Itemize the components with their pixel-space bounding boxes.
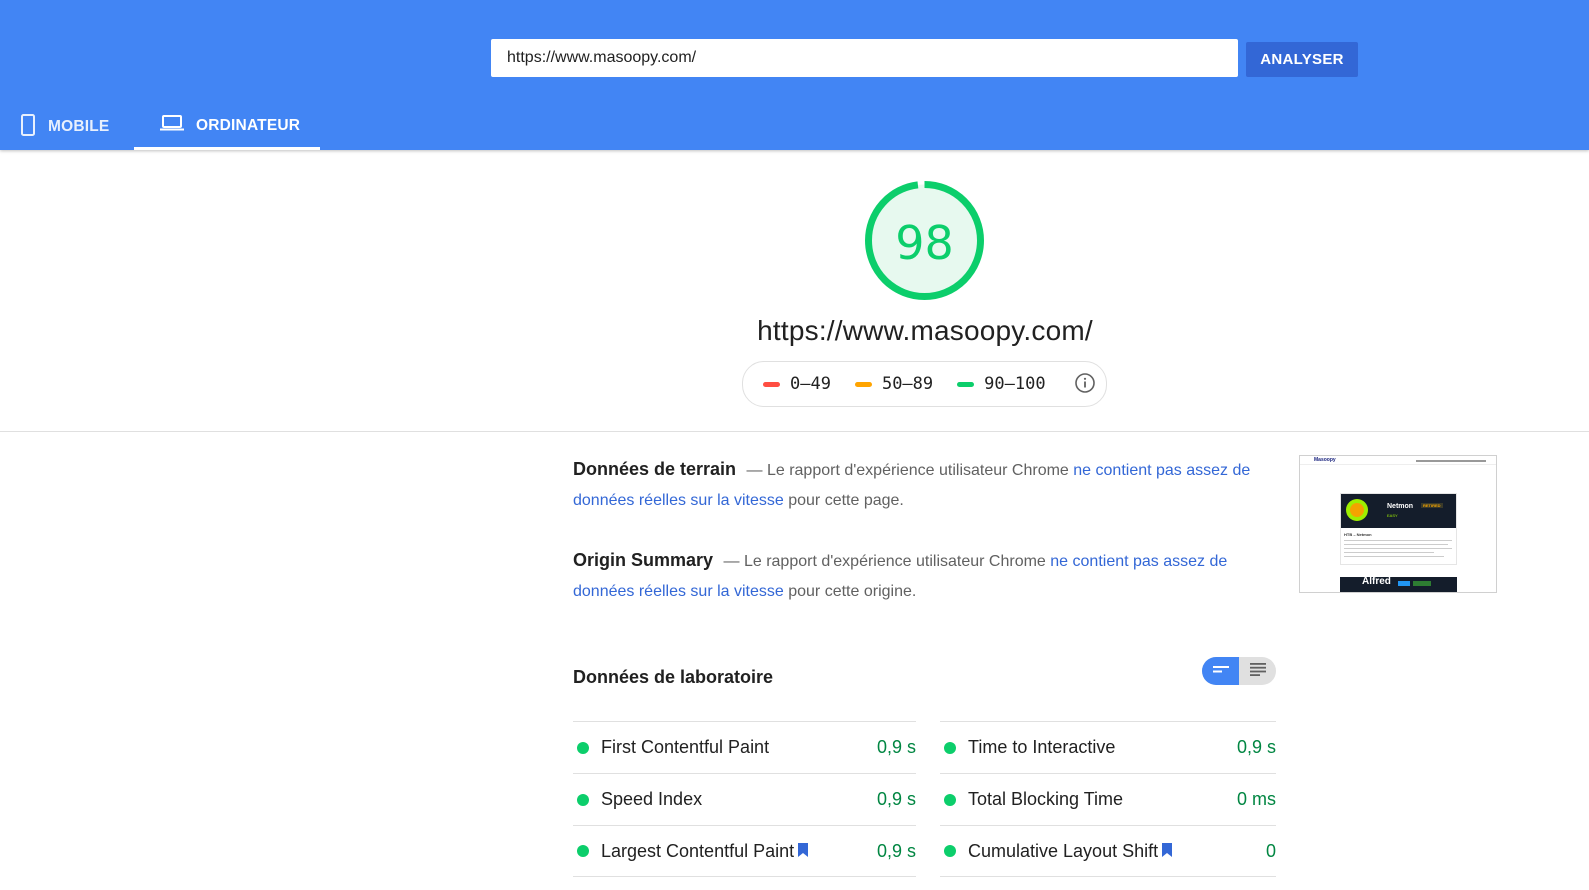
metrics-column-right: Time to Interactive 0,9 s Total Blocking… <box>940 721 1276 877</box>
metric-name: Largest Contentful Paint <box>601 841 877 862</box>
thumbnail-card-header: Netmon RETIRED EASY <box>1341 494 1456 528</box>
legend-item-average: 50–89 <box>854 374 934 394</box>
section-divider <box>0 431 1589 432</box>
pass-dot-icon <box>944 793 956 806</box>
metric-value: 0,9 s <box>1236 737 1276 757</box>
tab-mobile-label: MOBILE <box>48 118 110 135</box>
lab-data-title: Données de laboratoire <box>573 667 774 687</box>
pass-dot-icon <box>944 845 956 857</box>
score-legend: 0–49 50–89 90–100 <box>742 361 1107 407</box>
performance-score-gauge: 98 <box>864 180 985 301</box>
pass-dot-icon <box>577 793 589 806</box>
url-input[interactable] <box>491 39 1238 77</box>
metric-name: First Contentful Paint <box>601 737 877 758</box>
legend-swatch-green <box>957 381 975 387</box>
thumbnail-card-sub: EASY <box>1387 513 1398 518</box>
metric-row: First Contentful Paint 0,9 s <box>573 721 916 773</box>
bookmark-icon <box>798 841 809 862</box>
thumbnail-avatar <box>1346 499 1368 521</box>
metric-row: Total Blocking Time 0 ms <box>940 773 1276 825</box>
thumbnail-card-2: Alfred <box>1340 576 1457 592</box>
metric-value: 0,9 s <box>876 789 916 809</box>
metric-value: 0 <box>1265 840 1276 861</box>
metrics-column-left: First Contentful Paint 0,9 s Speed Index… <box>573 721 916 877</box>
report-url: https://www.masoopy.com/ <box>757 315 1093 346</box>
legend-label: 0–49 <box>790 374 831 394</box>
metric-value: 0 ms <box>1236 789 1276 809</box>
metric-name: Time to Interactive <box>968 737 1237 758</box>
pass-dot-icon <box>944 741 956 754</box>
short-lines-icon <box>1212 662 1230 680</box>
tab-desktop-label: ORDINATEUR <box>196 116 301 134</box>
laptop-icon <box>160 114 184 137</box>
summary-view-button[interactable] <box>1202 657 1239 685</box>
metric-name: Total Blocking Time <box>968 789 1237 810</box>
tab-mobile[interactable]: MOBILE <box>20 104 109 150</box>
legend-item-pass: 90–100 <box>957 374 1046 394</box>
analyze-button[interactable]: ANALYSER <box>1246 42 1358 77</box>
field-data-title: Données de terrain <box>573 459 737 479</box>
metric-row: Time to Interactive 0,9 s <box>940 721 1276 773</box>
origin-summary-section: Origin Summary — Le rapport d'expérience… <box>573 545 1253 607</box>
metric-row: Speed Index 0,9 s <box>573 773 916 825</box>
thumbnail-card: Netmon RETIRED EASY HTB – Netmon <box>1340 493 1457 565</box>
origin-summary-text: — Le rapport d'expérience utilisateur Ch… <box>723 553 1046 570</box>
thumbnail-card-heading: HTB – Netmon <box>1344 532 1372 537</box>
metric-label: First Contentful Paint <box>601 737 770 757</box>
metric-row: Cumulative Layout Shift 0 <box>940 825 1276 877</box>
metric-name: Cumulative Layout Shift <box>968 841 1266 862</box>
legend-item-fail: 0–49 <box>763 374 831 394</box>
field-data-text-end: pour cette page. <box>788 492 904 509</box>
legend-label: 50–89 <box>881 374 934 394</box>
thumbnail-logo: Masoopy <box>1314 457 1336 463</box>
thumbnail-card-title: Netmon <box>1387 503 1414 510</box>
field-data-section: Données de terrain — Le rapport d'expéri… <box>573 454 1253 516</box>
legend-label: 90–100 <box>984 374 1046 394</box>
metric-label: Time to Interactive <box>968 737 1116 757</box>
thumbnail-card-badge: RETIRED <box>1421 503 1443 508</box>
pass-dot-icon <box>577 741 589 754</box>
legend-swatch-red <box>763 381 780 387</box>
metric-name: Speed Index <box>601 789 877 810</box>
score-value: 98 <box>895 215 954 270</box>
long-lines-icon <box>1249 662 1267 681</box>
thumbnail-nav-links <box>1416 460 1486 462</box>
legend-swatch-orange <box>854 381 872 387</box>
metrics-view-toggle <box>1202 657 1276 685</box>
detailed-view-button[interactable] <box>1239 657 1276 685</box>
thumbnail-navbar: Masoopy <box>1300 456 1496 465</box>
origin-summary-title: Origin Summary <box>573 550 714 570</box>
top-bar: ANALYSER MOBILE ORDINATEUR <box>0 0 1589 150</box>
metric-label: Speed Index <box>601 789 703 809</box>
smartphone-icon <box>20 113 36 141</box>
page-screenshot-thumbnail: Masoopy Netmon RETIRED EASY HTB – Netmon… <box>1299 455 1497 593</box>
field-data-text: — Le rapport d'expérience utilisateur Ch… <box>746 462 1069 479</box>
pass-dot-icon <box>577 845 589 857</box>
metric-label: Total Blocking Time <box>968 789 1124 809</box>
tab-desktop[interactable]: ORDINATEUR <box>134 104 320 150</box>
metric-value: 0,9 s <box>876 840 916 861</box>
bookmark-icon <box>1162 841 1173 862</box>
info-icon[interactable] <box>1074 372 1096 399</box>
metric-label: Cumulative Layout Shift <box>968 840 1159 861</box>
thumbnail-card-2-title: Alfred <box>1362 576 1391 587</box>
metric-label: Largest Contentful Paint <box>601 840 795 861</box>
metric-row: Largest Contentful Paint 0,9 s <box>573 825 916 877</box>
metric-value: 0,9 s <box>876 737 916 757</box>
origin-summary-text-end: pour cette origine. <box>788 583 917 600</box>
